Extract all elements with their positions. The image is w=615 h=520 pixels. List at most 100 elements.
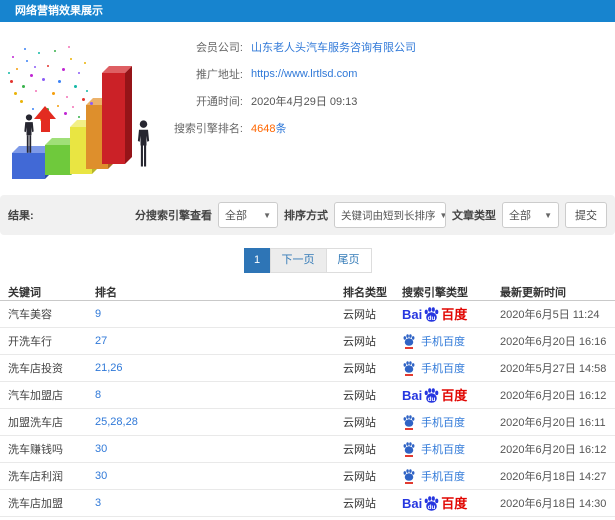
cell-keyword: 洗车店利润 — [8, 471, 63, 483]
cell-rank-type: 云网站 — [343, 444, 376, 456]
baidu-paw-icon — [403, 468, 415, 481]
growth-chart-illustration — [0, 28, 185, 193]
chart-bar — [12, 146, 52, 179]
baidu-paw-icon — [403, 360, 415, 373]
cell-rank-link[interactable]: 9 — [95, 308, 343, 320]
engine-view-label: 分搜索引擎查看 — [135, 210, 212, 222]
page-button-current[interactable]: 1 — [243, 248, 271, 273]
cell-updated: 2020年6月20日 16:16 — [500, 336, 607, 348]
submit-button[interactable]: 提交 — [565, 202, 607, 228]
confetti-dot — [30, 74, 33, 77]
engine-view-select[interactable]: 全部 ▼ — [218, 202, 278, 228]
chevron-down-icon: ▼ — [544, 210, 552, 220]
cell-rank-type: 云网站 — [343, 336, 376, 348]
chart-bar — [45, 138, 78, 175]
cell-rank-link[interactable]: 3 — [95, 497, 343, 509]
cell-keyword: 洗车店加盟 — [8, 498, 63, 510]
confetti-dot — [8, 72, 10, 74]
baidu-paw-icon: du — [424, 387, 439, 402]
cell-updated: 2020年6月18日 14:30 — [500, 498, 607, 510]
cell-rank-link[interactable]: 27 — [95, 335, 343, 347]
baidu-paw-icon: du — [424, 306, 439, 321]
table-row: 洗车店投资 21,26 云网站 手机百度 2020年5月27日 14:58 — [0, 355, 615, 382]
field-url: 推广地址: https://www.lrtlsd.com — [170, 60, 610, 87]
cell-engine: 手机百度 — [402, 333, 500, 349]
cell-engine: 手机百度 — [402, 441, 500, 457]
cell-updated: 2020年6月20日 16:12 — [500, 390, 607, 402]
confetti-dot — [86, 90, 88, 92]
confetti-dot — [12, 56, 14, 58]
filter-controls: 分搜索引擎查看 全部 ▼ 排序方式 关键词由短到长排序 ▼ 文章类型 全部 ▼ … — [135, 202, 607, 228]
field-opened-label: 开通时间: — [195, 95, 243, 108]
confetti-dot — [10, 80, 13, 83]
table-row: 洗车店利润 30 云网站 手机百度 2020年6月18日 14:27 — [0, 463, 615, 490]
baidu-mobile-logo: 手机百度 — [402, 360, 465, 376]
table-row: 汽车加盟店 8 云网站 Bai du 百度 2020年6月20日 16:12 — [0, 382, 615, 409]
table-body: 汽车美容 9 云网站 Bai du 百度 2020年6月5日 11:24 开洗车行 27 云网站手… — [0, 301, 615, 517]
field-url-label: 推广地址: — [195, 68, 243, 81]
cell-keyword: 汽车美容 — [8, 309, 52, 321]
baidu-mobile-icon — [402, 333, 416, 349]
column-header: 最新更新时间 — [500, 286, 566, 299]
marketing-dashboard: 网络营销效果展示 会员公司: 山东老人头汽车服务咨询有限公司 推广地址: htt… — [0, 0, 615, 520]
red-dash-icon — [405, 427, 413, 430]
confetti-dot — [84, 62, 86, 64]
last-page-button[interactable]: 尾页 — [325, 248, 372, 273]
promo-url-link[interactable]: https://www.lrtlsd.com — [251, 68, 357, 80]
cell-updated: 2020年6月18日 14:27 — [500, 471, 607, 483]
cell-engine: 手机百度 — [402, 360, 500, 376]
cell-engine: Bai du 百度 — [402, 495, 500, 511]
confetti-dot — [70, 58, 72, 60]
cell-rank-type: 云网站 — [343, 498, 376, 510]
column-header: 关键词 — [8, 286, 41, 299]
cell-rank-type: 云网站 — [343, 471, 376, 483]
cell-rank-type: 云网站 — [343, 363, 376, 375]
cell-engine: 手机百度 — [402, 414, 500, 430]
confetti-dot — [62, 68, 65, 71]
baidu-pc-logo: Bai du 百度 — [402, 387, 468, 403]
next-page-button[interactable]: 下一页 — [269, 248, 327, 273]
red-dash-icon — [405, 481, 413, 484]
baidu-mobile-icon — [402, 468, 416, 484]
baidu-paw-icon — [403, 441, 415, 454]
article-type-select[interactable]: 全部 ▼ — [502, 202, 559, 228]
table-header: 关键词 排名 排名类型 搜索引擎类型 最新更新时间 — [0, 283, 615, 301]
cell-rank-link[interactable]: 30 — [95, 470, 343, 482]
baidu-mobile-logo: 手机百度 — [402, 414, 465, 430]
confetti-dot — [54, 50, 56, 52]
cell-updated: 2020年5月27日 14:58 — [500, 363, 607, 375]
cell-rank-link[interactable]: 25,28,28 — [95, 416, 343, 428]
company-name-link[interactable]: 山东老人头汽车服务咨询有限公司 — [251, 39, 416, 55]
cell-keyword: 加盟洗车店 — [8, 417, 63, 429]
table-row: 洗车赚钱吗 30 云网站 手机百度 2020年6月20日 16:12 — [0, 436, 615, 463]
cell-rank-link[interactable]: 21,26 — [95, 362, 343, 374]
baidu-pc-logo: Bai du 百度 — [402, 306, 467, 321]
sort-label: 排序方式 — [284, 210, 328, 222]
chevron-down-icon: ▼ — [440, 211, 446, 220]
baidu-cn-text: 百度 — [441, 387, 468, 403]
confetti-dot — [82, 98, 85, 101]
confetti-dot — [16, 68, 18, 70]
baidu-mobile-label: 手机百度 — [421, 336, 465, 348]
baidu-mobile-logo: 手机百度 — [402, 441, 465, 457]
company-info-panel: 会员公司: 山东老人头汽车服务咨询有限公司 推广地址: https://www.… — [170, 33, 610, 141]
table-row: 汽车美容 9 云网站 Bai du 百度 2020年6月5日 11:24 — [0, 301, 615, 328]
confetti-dot — [24, 48, 26, 50]
baidu-bai-text: Bai — [402, 387, 423, 403]
confetti-dot — [66, 96, 68, 98]
confetti-dot — [35, 90, 37, 92]
baidu-cn-text: 百度 — [441, 495, 468, 511]
cell-rank-link[interactable]: 30 — [95, 443, 343, 455]
confetti-dot — [20, 100, 23, 103]
cell-keyword: 开洗车行 — [8, 336, 52, 348]
cell-rank-link[interactable]: 8 — [95, 389, 343, 401]
cell-engine: 手机百度 — [402, 468, 500, 484]
article-type-selected: 全部 — [509, 210, 531, 222]
sort-select[interactable]: 关键词由短到长排序 ▼ — [334, 202, 446, 228]
cell-rank-type: 云网站 — [343, 390, 376, 402]
confetti-dot — [58, 80, 61, 83]
cell-rank-type: 云网站 — [343, 417, 376, 429]
confetti-dot — [14, 92, 17, 95]
rank-count-number: 4648 — [251, 122, 276, 135]
engine-view-selected: 全部 — [225, 210, 247, 222]
